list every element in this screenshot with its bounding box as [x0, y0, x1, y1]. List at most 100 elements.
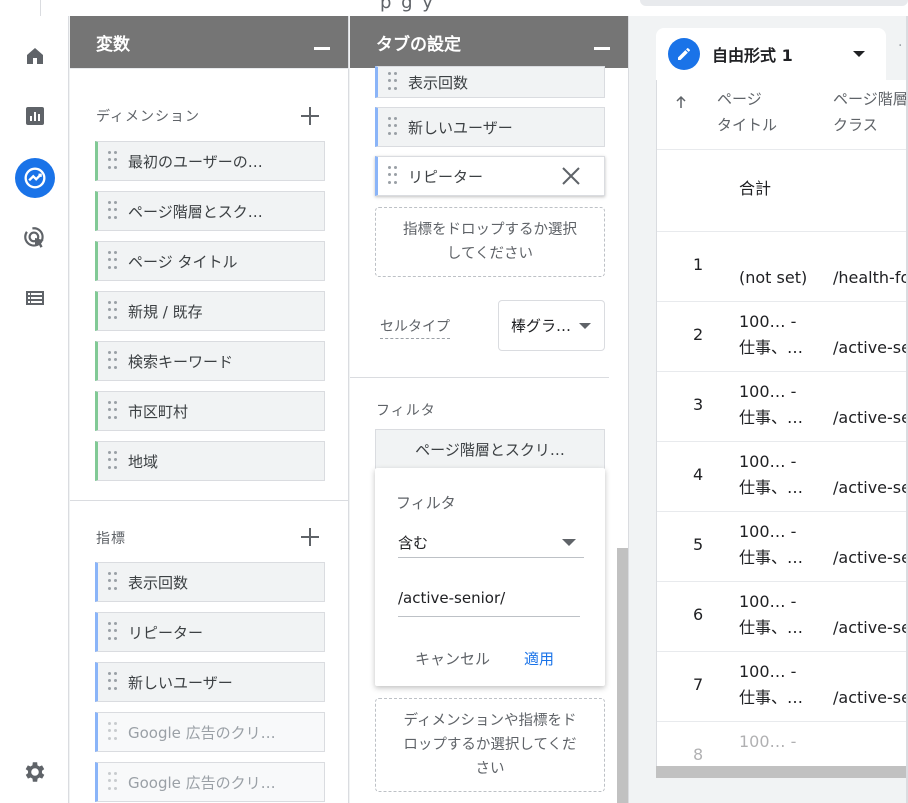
column-header-page-title[interactable]: ページ タイトル: [717, 86, 777, 138]
variables-header: 変数: [70, 16, 348, 68]
drag-handle-icon[interactable]: [388, 117, 398, 137]
chip-label: リピーター: [128, 623, 204, 642]
metric-chip[interactable]: 新しいユーザー: [95, 662, 325, 702]
pencil-icon[interactable]: [668, 38, 700, 70]
dimension-chip[interactable]: 地域: [95, 441, 325, 481]
drag-handle-icon[interactable]: [108, 151, 118, 171]
page-title-cell: 100… - 仕事、…: [739, 382, 804, 427]
top-bar: p g y: [0, 0, 908, 16]
configure-icon[interactable]: [15, 278, 55, 318]
gear-icon[interactable]: [15, 752, 55, 792]
arrow-up-icon[interactable]: [675, 94, 687, 113]
row-number: 4: [693, 465, 704, 484]
drag-handle-icon[interactable]: [388, 72, 398, 92]
page-path-cell: /health-fo: [833, 268, 908, 287]
filter-drop-zone[interactable]: ディメンションや指標をド ロップするか選択してくだ さい: [375, 698, 605, 792]
reports-icon[interactable]: [15, 96, 55, 136]
add-metric-icon[interactable]: [300, 527, 320, 547]
cell-type-label: セルタイプ: [380, 316, 450, 339]
tab-label: 自由形式 1: [712, 46, 793, 65]
next-tab-fragment: ·: [898, 38, 903, 54]
tab-settings-header: タブの設定: [350, 16, 628, 68]
top-search-bar[interactable]: [640, 0, 908, 6]
page-title-cell: 100… - 仕事、…: [739, 592, 804, 637]
apply-button[interactable]: 適用: [524, 648, 554, 669]
drag-handle-icon[interactable]: [108, 622, 118, 642]
cell-type-select[interactable]: 棒グラ…: [498, 300, 605, 351]
drag-handle-icon[interactable]: [388, 166, 398, 186]
cell-type-value: 棒グラ…: [511, 317, 572, 335]
row-number: 7: [693, 675, 704, 694]
top-divider: [40, 0, 41, 16]
dimension-chip[interactable]: ページ階層とスク…: [95, 191, 325, 231]
chevron-down-icon[interactable]: [852, 51, 865, 57]
drag-handle-icon[interactable]: [108, 201, 118, 221]
dimension-chip[interactable]: 新規 / 既存: [95, 291, 325, 331]
table-row[interactable]: 7 100… - 仕事、… /active-se: [657, 652, 908, 722]
drag-handle-icon[interactable]: [108, 251, 118, 271]
row-number: 6: [693, 605, 704, 624]
expression-input[interactable]: /active-senior/: [398, 583, 580, 617]
tab-freeform[interactable]: 自由形式 1: [656, 28, 886, 80]
metric-chip[interactable]: リピーター: [95, 612, 325, 652]
page-title-cell: 100… - 仕事、…: [739, 312, 804, 357]
page-heading-fragment: p g y: [380, 0, 435, 13]
value-chip[interactable]: 表示回数: [375, 66, 605, 98]
drag-handle-icon[interactable]: [108, 451, 118, 471]
drag-handle-icon[interactable]: [108, 722, 118, 742]
row-number: 5: [693, 535, 704, 554]
table-row[interactable]: 2 100… - 仕事、… /active-se: [657, 302, 908, 372]
drag-handle-icon[interactable]: [108, 672, 118, 692]
match-type-select[interactable]: 含む: [398, 528, 584, 558]
drag-handle-icon[interactable]: [108, 351, 118, 371]
table-row[interactable]: 3 100… - 仕事、… /active-se: [657, 372, 908, 442]
dimension-chip[interactable]: 最初のユーザーの…: [95, 141, 325, 181]
cancel-button[interactable]: キャンセル: [415, 648, 490, 669]
expression-value: /active-senior/: [398, 589, 506, 607]
advertising-icon[interactable]: [15, 218, 55, 258]
page-path-cell: /active-se: [833, 618, 908, 637]
filter-card-title: フィルタ: [396, 494, 456, 512]
section-divider: [70, 500, 349, 501]
table-row[interactable]: 8 100… -: [657, 722, 908, 770]
page-title-cell: 100… -: [739, 732, 797, 751]
table-row[interactable]: 1 (not set) /health-fo: [657, 232, 908, 302]
collapse-icon[interactable]: [314, 46, 330, 50]
column-header-page-path[interactable]: ページ階層 クラス: [833, 86, 908, 138]
section-divider: [350, 377, 609, 378]
table-row[interactable]: 4 100… - 仕事、… /active-se: [657, 442, 908, 512]
variables-panel: 変数 ディメンション 最初のユーザーの… ページ階層とスク… ページ タイトル 新規 …: [70, 16, 349, 803]
dimension-chip[interactable]: 市区町村: [95, 391, 325, 431]
table-row[interactable]: 6 100… - 仕事、… /active-se: [657, 582, 908, 652]
dimension-chip[interactable]: ページ タイトル: [95, 241, 325, 281]
chip-label: Google 広告のクリ…: [128, 773, 276, 792]
close-icon[interactable]: [560, 165, 582, 187]
page-path-cell: /active-se: [833, 548, 908, 567]
home-icon[interactable]: [15, 36, 55, 76]
value-chip[interactable]: 新しいユーザー: [375, 107, 605, 147]
left-nav: [0, 16, 69, 803]
table-row[interactable]: 5 100… - 仕事、… /active-se: [657, 512, 908, 582]
dimensions-label: ディメンション: [96, 109, 201, 125]
metrics-drop-zone[interactable]: 指標をドロップするか選択 してください: [375, 207, 605, 277]
value-chip[interactable]: リピーター: [375, 156, 605, 196]
chip-label: 表示回数: [128, 573, 189, 592]
horizontal-scrollbar[interactable]: [656, 766, 908, 778]
drag-handle-icon[interactable]: [108, 401, 118, 421]
chip-label: 最初のユーザーの…: [128, 152, 263, 171]
scrollbar[interactable]: [617, 548, 628, 803]
drag-handle-icon[interactable]: [108, 572, 118, 592]
filter-chip[interactable]: ページ階層とスクリ…: [375, 429, 605, 469]
page-path-cell: /active-se: [833, 408, 908, 427]
metric-chip[interactable]: Google 広告のクリ…: [95, 762, 325, 802]
collapse-icon[interactable]: [594, 46, 610, 50]
chip-label: 地域: [128, 452, 159, 471]
dimension-chip[interactable]: 検索キーワード: [95, 341, 325, 381]
add-dimension-icon[interactable]: [300, 106, 320, 126]
metric-chip[interactable]: 表示回数: [95, 562, 325, 602]
drag-handle-icon[interactable]: [108, 301, 118, 321]
drag-handle-icon[interactable]: [108, 772, 118, 792]
explore-icon[interactable]: [15, 158, 55, 198]
metric-chip[interactable]: Google 広告のクリ…: [95, 712, 325, 752]
chip-label: 表示回数: [408, 73, 469, 92]
